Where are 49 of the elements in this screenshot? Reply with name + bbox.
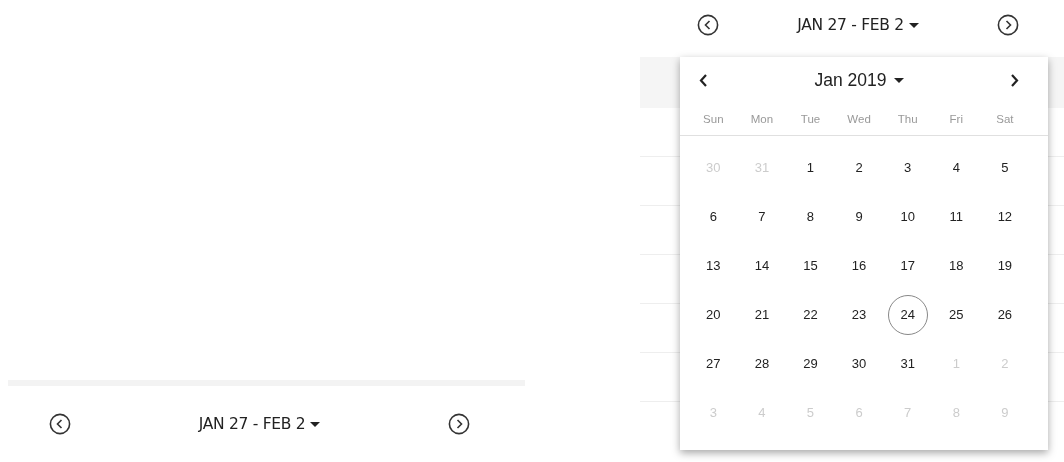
calendar-date[interactable]: 7 [741,196,782,237]
calendar-date[interactable]: 31 [887,343,928,384]
calendar-date[interactable]: 4 [936,147,977,188]
weekday-label: Sat [996,113,1014,125]
calendar-date[interactable]: 3 [887,147,928,188]
weekday-label: Fri [949,113,963,125]
calendar-date[interactable]: 13 [693,245,734,286]
calendar-date[interactable]: 10 [887,196,928,237]
calendar-date[interactable]: 23 [839,294,880,335]
weekday-label: Wed [847,113,871,125]
month-dropdown[interactable]: Jan 2019 [814,69,904,91]
caret-icon [908,22,919,28]
calendar-date[interactable]: 30 [839,343,880,384]
calendar-date[interactable]: 1 [790,147,831,188]
next-week-icon[interactable] [448,413,470,435]
caret-icon [893,77,904,83]
calendar-date[interactable]: 9 [839,196,880,237]
calendar-date[interactable]: 18 [936,245,977,286]
calendar-date[interactable]: 2 [839,147,880,188]
calendar-date[interactable]: 17 [887,245,928,286]
calendar-date[interactable]: 11 [936,196,977,237]
calendar-date[interactable]: 22 [790,294,831,335]
calendar-date[interactable]: 27 [693,343,734,384]
next-month-icon[interactable] [1010,73,1019,87]
next-week-icon[interactable] [997,14,1019,36]
calendar-date[interactable]: 19 [984,245,1025,286]
calendar-date[interactable]: 6 [693,196,734,237]
caret-icon [310,421,321,427]
calendar-date[interactable]: 16 [839,245,880,286]
calendar-date[interactable]: 5 [984,147,1025,188]
previous-week-icon[interactable] [697,14,719,36]
previous-month-icon[interactable] [699,73,708,87]
weekday-label: Mon [750,113,774,125]
weekday-label: Thu [897,113,918,125]
calendar-date[interactable]: 29 [790,343,831,384]
calendar-date[interactable]: 21 [741,294,782,335]
calendar-date[interactable]: 14 [741,245,782,286]
calendar-date[interactable]: 15 [790,245,831,286]
weekday-label: Tue [800,113,821,125]
week-range-dropdown[interactable]: JAN 27 - FEB 2 [198,415,321,433]
calendar-date[interactable]: 26 [984,294,1025,335]
calendar-date[interactable]: 25 [936,294,977,335]
calendar-date[interactable]: 12 [984,196,1025,237]
calendar-date[interactable]: 28 [741,343,782,384]
previous-week-icon[interactable] [49,413,71,435]
weekday-label: Sun [703,113,724,125]
calendar-date[interactable]: 8 [790,196,831,237]
week-range-dropdown[interactable]: JAN 27 - FEB 2 [797,16,919,34]
calendar-date[interactable]: 20 [693,294,734,335]
